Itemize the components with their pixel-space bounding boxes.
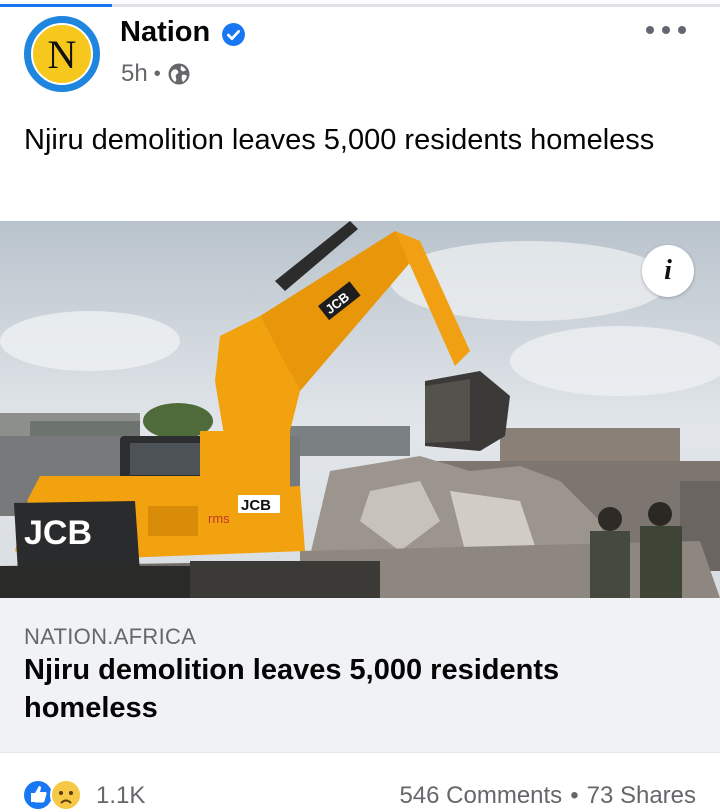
post-timestamp[interactable]: 5h [121,60,148,88]
info-button[interactable]: i [642,245,694,297]
demolition-photo: JCB JCB rms JCB [0,221,720,598]
meta-separator: • [153,62,161,85]
page-name[interactable]: Nation [120,16,210,49]
more-options-icon[interactable] [646,20,686,40]
engagement-stats: 1.1K 546 Comments • 73 Shares [0,770,720,812]
page-avatar[interactable]: N [24,16,100,92]
excavator-cab [200,431,290,491]
post-header: N Nation 5h • [0,10,720,102]
cab-window [130,443,200,475]
avatar-logo: N [31,23,93,85]
link-title: Njiru demolition leaves 5,000 residents … [24,654,560,724]
info-icon: i [664,255,672,286]
link-domain: NATION.AFRICA [24,624,197,649]
more-dot [646,26,654,34]
background-building [290,426,410,456]
more-dot [678,26,686,34]
stats-separator: • [570,782,579,809]
post-caption: Njiru demolition leaves 5,000 residents … [24,124,655,156]
comments-count[interactable]: 546 Comments [399,782,562,810]
officer [590,531,630,598]
like-icon [22,779,54,811]
avatar-letter: N [47,32,77,77]
more-dot [662,26,670,34]
excavator-brand-label: JCB [24,514,92,552]
officer-head [648,502,672,526]
shares-count[interactable]: 73 Shares [587,782,696,810]
sad-icon [50,779,82,811]
reaction-icons[interactable] [22,778,92,812]
excavator-tracks [190,561,380,598]
active-tab-indicator [0,4,112,7]
globe-icon [168,63,190,85]
officer [640,526,682,598]
verified-badge-icon [222,23,245,46]
company-logo-label: rms [208,511,230,526]
post-image[interactable]: JCB JCB rms JCB i [0,221,720,598]
reaction-count[interactable]: 1.1K [96,782,145,810]
cab-brand-label: JCB [241,497,271,514]
comments-shares: 546 Comments • 73 Shares [399,782,696,810]
excavator-bucket [425,379,470,443]
post-meta: 5h • [121,60,191,88]
engine-grille [148,506,198,536]
cloud [510,326,720,396]
divider [0,752,720,753]
top-tab-indicator [0,4,720,7]
cloud [0,311,180,371]
officer-head [598,507,622,531]
link-preview-card[interactable]: NATION.AFRICA Njiru demolition leaves 5,… [0,598,720,752]
